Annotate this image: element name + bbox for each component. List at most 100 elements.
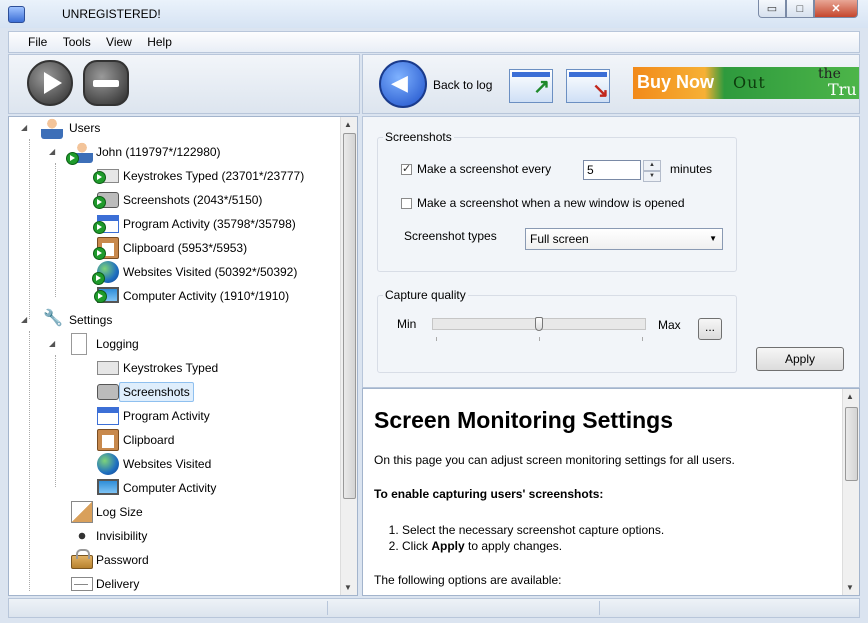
capture-quality-group [377, 295, 737, 373]
monitor-icon [94, 287, 119, 303]
checkbox-label: Make a screenshot every [417, 162, 552, 176]
tree-label: Password [96, 553, 149, 567]
tree-label: John (119797*/122980) [96, 145, 221, 159]
tree-label: Log Size [96, 505, 143, 519]
tree-label: Users [69, 121, 101, 135]
globe-icon [97, 453, 119, 475]
active-badge-icon [93, 171, 106, 184]
scroll-thumb[interactable] [845, 407, 858, 481]
menu-file[interactable]: File [25, 32, 50, 49]
help-subheading: To enable capturing users' screenshots: [374, 487, 604, 501]
maximize-button[interactable]: □ [786, 0, 814, 18]
menu-view[interactable]: View [103, 32, 135, 49]
keyboard-icon [97, 361, 119, 375]
help-title: Screen Monitoring Settings [374, 407, 674, 433]
help-step: Click Apply to apply changes. [402, 538, 664, 554]
navigation-toolbar: Back to log Buy Now Out the Tru [362, 54, 860, 114]
document-icon [71, 333, 87, 355]
clipboard-icon [93, 237, 119, 260]
min-label: Min [397, 317, 417, 331]
monitor-toolbar [8, 54, 360, 114]
active-badge-icon [93, 196, 106, 209]
active-badge-icon [94, 290, 107, 303]
title-bar: UNREGISTERED! ▭ □ ✕ [0, 0, 868, 28]
apply-button[interactable]: Apply [756, 347, 844, 371]
group-label: Screenshots [383, 130, 454, 144]
tree-label: Settings [69, 313, 113, 327]
minimize-to-tray-icon[interactable] [566, 69, 610, 103]
stepper-up-icon[interactable]: ▲ [643, 160, 661, 171]
back-to-log-button[interactable]: Back to log [433, 78, 492, 92]
buy-now-label: Buy Now [637, 72, 715, 92]
window-icon [93, 215, 119, 234]
log-size-icon [71, 501, 93, 523]
banner-text: Tru [828, 80, 857, 99]
globe-icon [92, 261, 119, 285]
navigation-tree[interactable]: ◢ Users ◢ John (119797*/122980) Keystrok… [8, 116, 358, 596]
active-badge-icon [93, 247, 106, 260]
restore-window-icon[interactable] [509, 69, 553, 103]
scroll-down-icon[interactable]: ▼ [846, 583, 854, 592]
chevron-down-icon: ▼ [709, 234, 717, 243]
scroll-thumb[interactable] [343, 133, 356, 499]
select-value: Full screen [530, 232, 589, 246]
tree-label: Computer Activity [123, 481, 217, 495]
collapse-icon[interactable]: ◢ [21, 309, 27, 331]
tree-label: Delivery [96, 577, 140, 591]
tree-label: Clipboard (5953*/5953) [123, 241, 248, 255]
interval-unit: minutes [670, 162, 713, 176]
help-footer: The following options are available: [374, 573, 562, 587]
play-icon[interactable] [27, 60, 73, 106]
tree-label: Keystrokes Typed [123, 361, 219, 375]
new-window-checkbox[interactable] [401, 198, 412, 209]
camera-icon [93, 192, 119, 209]
slider-tick [539, 337, 540, 341]
tree-label: Logging [96, 337, 139, 351]
tree-scrollbar[interactable]: ▲ ▼ [340, 117, 357, 595]
slider-tick [436, 337, 437, 341]
settings-panel: Screenshots Make a screenshot every 5 ▲ … [362, 116, 860, 388]
user-icon [66, 141, 93, 165]
screenshot-every-checkbox[interactable] [401, 162, 412, 175]
stop-icon[interactable] [83, 60, 129, 106]
tree-label: Keystrokes Typed (23701*/23777) [123, 169, 305, 183]
interval-stepper[interactable]: ▲ ▼ [643, 160, 661, 182]
tree-label: Program Activity [123, 409, 210, 423]
help-pane: Screen Monitoring Settings On this page … [362, 388, 860, 596]
window-icon [97, 407, 119, 425]
active-badge-icon [93, 221, 106, 234]
monitor-icon [97, 479, 119, 495]
scroll-up-icon[interactable]: ▲ [846, 392, 854, 401]
eye-icon [71, 525, 93, 547]
wrench-icon [41, 308, 63, 331]
minimize-button[interactable]: ▭ [758, 0, 786, 18]
collapse-icon[interactable]: ◢ [49, 333, 55, 355]
menu-tools[interactable]: Tools [60, 32, 94, 49]
interval-input[interactable]: 5 [583, 160, 641, 180]
app-icon[interactable] [8, 6, 25, 23]
quality-slider-thumb[interactable] [535, 317, 543, 331]
window-title: UNREGISTERED! [62, 7, 161, 21]
collapse-icon[interactable]: ◢ [49, 141, 55, 163]
menu-help[interactable]: Help [144, 32, 175, 49]
collapse-icon[interactable]: ◢ [21, 117, 27, 139]
tree-label: Computer Activity (1910*/1910) [123, 289, 290, 303]
window-controls: ▭ □ ✕ [758, 0, 858, 18]
stepper-down-icon[interactable]: ▼ [643, 171, 661, 182]
buy-now-banner[interactable]: Buy Now Out the Tru [633, 67, 859, 99]
quality-more-button[interactable]: ... [698, 318, 722, 340]
active-badge-icon [92, 272, 105, 285]
close-button[interactable]: ✕ [814, 0, 858, 18]
scroll-down-icon[interactable]: ▼ [344, 583, 352, 592]
help-scrollbar[interactable]: ▲ ▼ [842, 389, 859, 595]
back-arrow-icon[interactable] [379, 60, 427, 108]
scroll-up-icon[interactable]: ▲ [344, 120, 352, 129]
tree-label-selected: Screenshots [119, 382, 194, 402]
tree-label: Clipboard [123, 433, 175, 447]
menu-bar: File Tools View Help [8, 31, 860, 53]
screenshot-types-select[interactable]: Full screen ▼ [525, 228, 723, 250]
tree-label: Screenshots (2043*/5150) [123, 193, 263, 207]
tree-label: Websites Visited (50392*/50392) [123, 265, 298, 279]
help-step: Select the necessary screenshot capture … [402, 522, 664, 538]
keyboard-icon [93, 169, 119, 184]
